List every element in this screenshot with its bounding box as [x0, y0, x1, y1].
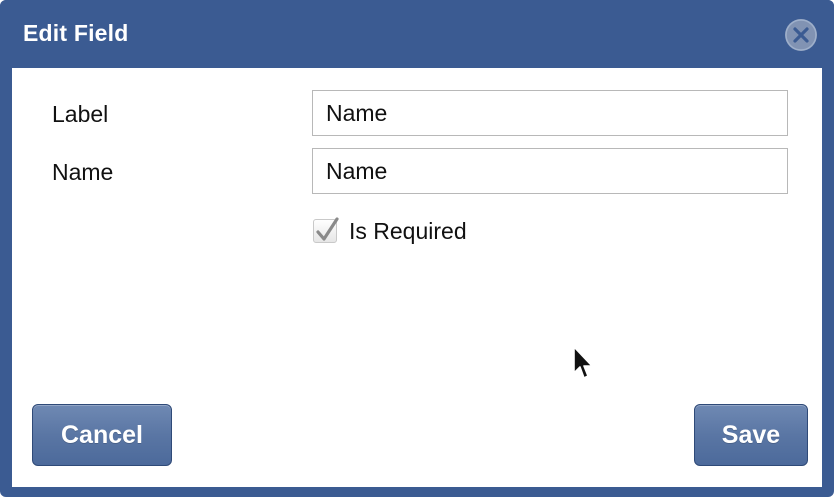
dialog-titlebar: Edit Field	[0, 0, 834, 68]
close-button[interactable]	[785, 19, 817, 51]
cancel-button[interactable]: Cancel	[32, 404, 172, 466]
checkmark-icon	[316, 217, 339, 241]
label-field-label: Label	[52, 101, 109, 127]
label-input[interactable]	[312, 90, 788, 136]
save-button[interactable]: Save	[694, 404, 808, 466]
dialog-body: Label Name Is Required Cancel Save	[12, 68, 822, 487]
name-field-label: Name	[52, 159, 114, 185]
is-required-label: Is Required	[349, 217, 467, 244]
is-required-option[interactable]: Is Required	[313, 216, 467, 246]
edit-field-dialog: Edit Field Label Name Is Required Cancel…	[0, 0, 834, 497]
name-input[interactable]	[312, 148, 788, 194]
mouse-pointer-icon	[573, 346, 593, 379]
is-required-checkbox[interactable]	[313, 217, 339, 243]
dialog-title: Edit Field	[23, 20, 129, 46]
close-circle-icon	[785, 19, 817, 51]
